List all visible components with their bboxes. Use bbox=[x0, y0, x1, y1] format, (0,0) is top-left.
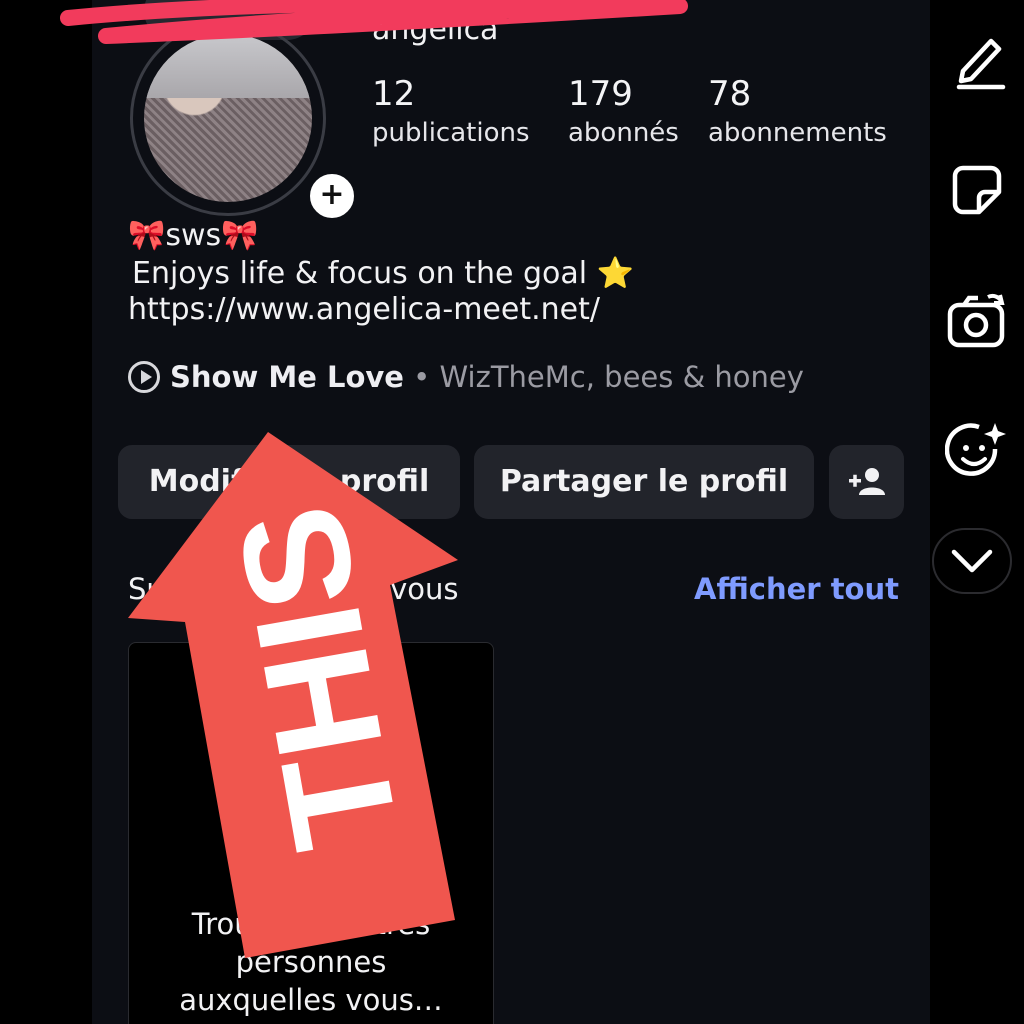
sticker-icon bbox=[952, 165, 1002, 215]
camera-tool[interactable] bbox=[930, 284, 1024, 354]
draw-tool[interactable] bbox=[930, 24, 1024, 94]
arrow-sticker: THIS bbox=[128, 432, 458, 958]
chevron-down-icon bbox=[951, 549, 993, 573]
face-sparkle-icon bbox=[945, 423, 1006, 476]
camera-flip-icon bbox=[947, 293, 1005, 348]
effects-tool[interactable] bbox=[930, 416, 1024, 486]
sticker-tool[interactable] bbox=[930, 155, 1024, 225]
editor-toolbar bbox=[930, 0, 1024, 1024]
more-tools-button[interactable] bbox=[932, 528, 1012, 594]
pen-icon bbox=[956, 38, 1006, 90]
